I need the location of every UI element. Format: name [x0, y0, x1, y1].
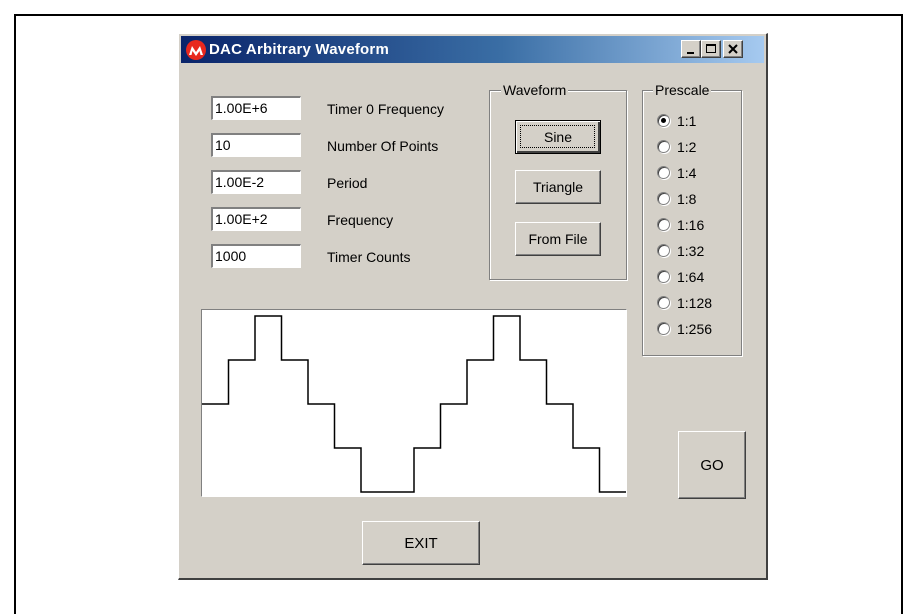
radio-button[interactable] [657, 140, 670, 153]
close-icon [728, 44, 738, 54]
prescale-option-label: 1:1 [677, 113, 697, 129]
title-bar[interactable]: DAC Arbitrary Waveform [181, 36, 764, 63]
prescale-option-label: 1:32 [677, 243, 705, 259]
exit-button-label: EXIT [404, 534, 438, 552]
radio-button[interactable] [657, 166, 670, 179]
from-file-button[interactable]: From File [515, 222, 601, 256]
go-button[interactable]: GO [678, 431, 746, 499]
timer0-frequency-label: Timer 0 Frequency [327, 101, 444, 117]
from-file-button-label: From File [528, 231, 588, 247]
radio-button[interactable] [657, 244, 670, 257]
triangle-button-label: Triangle [532, 179, 584, 195]
prescale-option-label: 1:8 [677, 191, 697, 207]
prescale-option-label: 1:16 [677, 217, 705, 233]
prescale-option-label: 1:64 [677, 269, 705, 285]
timer0-frequency-field[interactable]: 1.00E+6 [211, 96, 301, 120]
maximize-button[interactable] [701, 40, 721, 58]
number-of-points-field[interactable]: 10 [211, 133, 301, 157]
waveform-group-label: Waveform [501, 82, 569, 98]
radio-button[interactable] [657, 270, 670, 283]
prescale-option-label: 1:128 [677, 295, 713, 311]
prescale-option-label: 1:256 [677, 321, 713, 337]
sine-button[interactable]: Sine [515, 120, 601, 154]
period-field[interactable]: 1.00E-2 [211, 170, 301, 194]
radio-button[interactable] [657, 114, 670, 127]
maximize-icon [706, 44, 716, 53]
prescale-option-label: 1:2 [677, 139, 697, 155]
radio-button[interactable] [657, 322, 670, 335]
number-of-points-label: Number Of Points [327, 138, 439, 154]
close-button[interactable] [723, 40, 743, 58]
waveform-plot [201, 309, 627, 497]
exit-button[interactable]: EXIT [362, 521, 480, 565]
period-label: Period [327, 175, 368, 191]
waveform-plot-canvas [202, 315, 626, 493]
app-window: DAC Arbitrary Waveform 1.00E+6 Timer 0 F… [178, 33, 768, 580]
prescale-group-label: Prescale [653, 82, 712, 98]
window-title: DAC Arbitrary Waveform [209, 41, 389, 58]
minimize-button[interactable] [681, 40, 701, 58]
go-button-label: GO [700, 456, 724, 474]
prescale-option-label: 1:4 [677, 165, 697, 181]
timer-counts-label: Timer Counts [327, 249, 411, 265]
radio-button[interactable] [657, 296, 670, 309]
timer-counts-field[interactable]: 1000 [211, 244, 301, 268]
prescale-group: 1:1 1:2 1:4 1:8 1:16 1:32 1:64 1:128 1:2… [642, 90, 742, 356]
frequency-label: Frequency [327, 212, 394, 228]
frequency-field[interactable]: 1.00E+2 [211, 207, 301, 231]
radio-button[interactable] [657, 218, 670, 231]
radio-button[interactable] [657, 192, 670, 205]
sine-button-label: Sine [543, 129, 573, 145]
minimize-icon [687, 52, 694, 54]
microchip-logo-icon [186, 40, 206, 60]
waveform-trace [202, 315, 626, 493]
triangle-button[interactable]: Triangle [515, 170, 601, 204]
radio-selected-dot [661, 118, 666, 123]
